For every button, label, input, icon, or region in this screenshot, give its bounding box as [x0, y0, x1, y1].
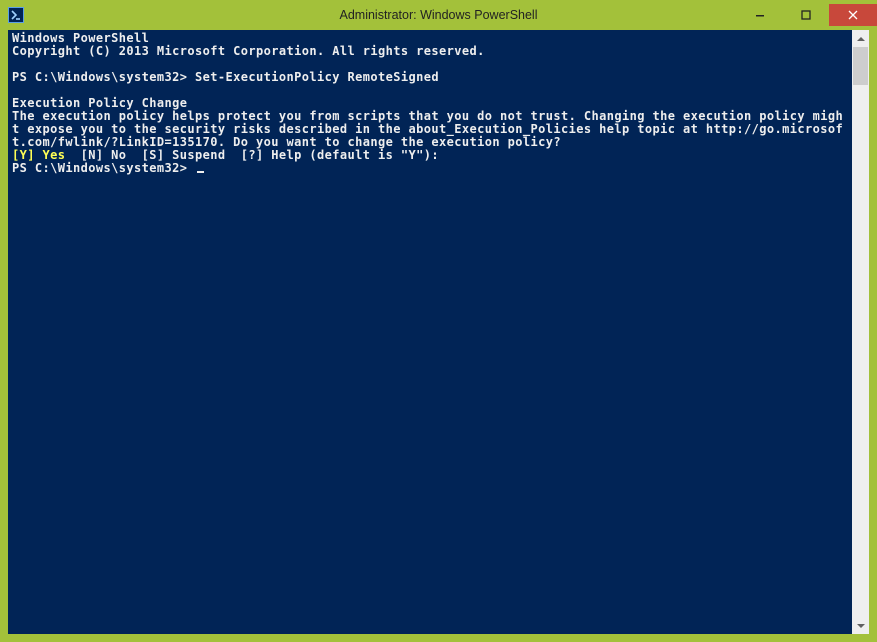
maximize-icon: [801, 10, 811, 20]
policy-body: The execution policy helps protect you f…: [12, 109, 843, 149]
maximize-button[interactable]: [783, 4, 829, 26]
choice-rest: [N] No [S] Suspend [?] Help (default is …: [65, 148, 439, 162]
scroll-thumb[interactable]: [853, 47, 868, 85]
terminal-line: Windows PowerShell: [12, 31, 149, 45]
vertical-scrollbar[interactable]: [852, 30, 869, 634]
window-controls: [737, 4, 877, 26]
cursor: [197, 171, 204, 173]
policy-heading: Execution Policy Change: [12, 96, 187, 110]
scroll-up-button[interactable]: [852, 30, 869, 47]
choice-yes: [Y] Yes: [12, 148, 65, 162]
chevron-up-icon: [857, 35, 865, 43]
command-text: Set-ExecutionPolicy RemoteSigned: [195, 70, 439, 84]
close-button[interactable]: [829, 4, 877, 26]
scroll-track[interactable]: [852, 47, 869, 617]
chevron-down-icon: [857, 622, 865, 630]
client-area: Windows PowerShell Copyright (C) 2013 Mi…: [8, 30, 869, 634]
terminal-line: Copyright (C) 2013 Microsoft Corporation…: [12, 44, 485, 58]
powershell-window: Administrator: Windows PowerShell Window…: [0, 0, 877, 642]
close-icon: [848, 10, 858, 20]
terminal-view[interactable]: Windows PowerShell Copyright (C) 2013 Mi…: [8, 30, 852, 634]
prompt-text: PS C:\Windows\system32>: [12, 161, 195, 175]
minimize-button[interactable]: [737, 4, 783, 26]
prompt-text: PS C:\Windows\system32>: [12, 70, 195, 84]
scroll-down-button[interactable]: [852, 617, 869, 634]
titlebar[interactable]: Administrator: Windows PowerShell: [0, 0, 877, 30]
minimize-icon: [755, 10, 765, 20]
powershell-icon: [8, 7, 24, 23]
